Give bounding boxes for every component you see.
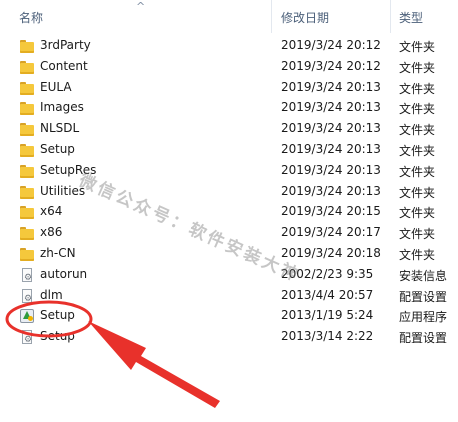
modified-date: 2019/3/24 20:18 xyxy=(281,245,381,260)
file-name: x64 xyxy=(40,204,63,219)
modified-date: 2013/4/4 20:57 xyxy=(281,287,374,302)
file-type: 安装信息 xyxy=(399,268,448,283)
file-type: 文件夹 xyxy=(399,185,436,200)
file-name: x86 xyxy=(40,225,63,240)
file-name: autorun xyxy=(40,266,88,281)
list-item[interactable]: Utilities 2019/3/24 20:13 文件夹 xyxy=(0,182,458,203)
file-name: NLSDL xyxy=(40,121,80,136)
settings-file-icon: ⚙ xyxy=(19,267,35,283)
folder-icon xyxy=(19,80,35,96)
modified-date: 2019/3/24 20:13 xyxy=(281,100,381,115)
folder-icon xyxy=(19,38,35,54)
file-name: 3rdParty xyxy=(40,38,91,52)
setup-app-icon xyxy=(19,308,35,324)
folder-icon xyxy=(19,142,35,158)
sort-ascending-icon: ^ xyxy=(136,0,146,13)
file-name: Utilities xyxy=(40,183,86,198)
file-name: dlm xyxy=(40,287,63,302)
settings-file-icon: ⚙ xyxy=(19,288,35,304)
modified-date: 2019/3/24 20:13 xyxy=(281,121,381,136)
file-type: 文件夹 xyxy=(399,206,436,221)
file-type: 文件夹 xyxy=(399,123,436,138)
file-type: 文件夹 xyxy=(399,40,436,54)
modified-date: 2019/3/24 20:13 xyxy=(281,79,381,94)
file-name: Images xyxy=(40,100,84,115)
file-name: SetupRes xyxy=(40,162,97,177)
file-type: 文件夹 xyxy=(399,81,436,96)
file-name: EULA xyxy=(40,79,72,94)
file-type: 文件夹 xyxy=(399,247,436,262)
column-type-header[interactable]: 类型 xyxy=(399,9,423,26)
list-item[interactable]: EULA 2019/3/24 20:13 文件夹 xyxy=(0,78,458,99)
settings-file-icon: ⚙ xyxy=(19,329,35,345)
column-name-header[interactable]: 名称 xyxy=(19,9,43,26)
file-type: 文件夹 xyxy=(399,102,436,117)
list-item[interactable]: 3rdParty 2019/3/24 20:12 文件夹 xyxy=(0,36,458,57)
folder-icon xyxy=(19,184,35,200)
file-type: 文件夹 xyxy=(399,143,436,158)
file-name: zh-CN xyxy=(40,245,76,260)
folder-icon xyxy=(19,246,35,262)
modified-date: 2019/3/24 20:13 xyxy=(281,141,381,156)
list-item[interactable]: ⚙ autorun 2002/2/23 9:35 安装信息 xyxy=(0,265,458,286)
list-item[interactable]: SetupRes 2019/3/24 20:13 文件夹 xyxy=(0,161,458,182)
modified-date: 2013/3/14 2:22 xyxy=(281,329,374,344)
file-type: 文件夹 xyxy=(399,164,436,179)
folder-icon xyxy=(19,225,35,241)
file-type: 配置设置 xyxy=(399,331,448,346)
modified-date: 2019/3/24 20:12 xyxy=(281,38,381,52)
file-type: 文件夹 xyxy=(399,227,436,242)
file-name: Setup xyxy=(40,329,75,344)
list-item[interactable]: Setup 2019/3/24 20:13 文件夹 xyxy=(0,140,458,161)
file-name: Setup xyxy=(40,141,75,156)
list-item[interactable]: Content 2019/3/24 20:12 文件夹 xyxy=(0,57,458,78)
list-item[interactable]: x64 2019/3/24 20:15 文件夹 xyxy=(0,202,458,223)
modified-date: 2019/3/24 20:15 xyxy=(281,204,381,219)
column-date-header[interactable]: 修改日期 xyxy=(281,9,329,26)
list-item[interactable]: ⚙ Setup 2013/3/14 2:22 配置设置 xyxy=(0,327,458,348)
folder-icon xyxy=(19,59,35,75)
modified-date: 2019/3/24 20:12 xyxy=(281,58,381,73)
list-item[interactable]: Setup 2013/1/19 5:24 应用程序 xyxy=(0,306,458,327)
file-type: 文件夹 xyxy=(399,60,436,75)
file-type: 配置设置 xyxy=(399,289,448,304)
column-divider[interactable] xyxy=(271,0,272,33)
modified-date: 2013/1/19 5:24 xyxy=(281,308,374,323)
file-type: 应用程序 xyxy=(399,310,448,325)
column-header: 名称 ^ 修改日期 类型 xyxy=(0,0,458,33)
folder-icon xyxy=(19,121,35,137)
folder-icon xyxy=(19,204,35,220)
list-item[interactable]: Images 2019/3/24 20:13 文件夹 xyxy=(0,98,458,119)
list-item[interactable]: x86 2019/3/24 20:17 文件夹 xyxy=(0,223,458,244)
file-name: Content xyxy=(40,58,88,73)
folder-icon xyxy=(19,163,35,179)
modified-date: 2002/2/23 9:35 xyxy=(281,266,374,281)
list-item[interactable]: ⚙ dlm 2013/4/4 20:57 配置设置 xyxy=(0,286,458,307)
modified-date: 2019/3/24 20:17 xyxy=(281,225,381,240)
modified-date: 2019/3/24 20:13 xyxy=(281,162,381,177)
list-item[interactable]: zh-CN 2019/3/24 20:18 文件夹 xyxy=(0,244,458,265)
modified-date: 2019/3/24 20:13 xyxy=(281,183,381,198)
column-divider[interactable] xyxy=(390,0,391,33)
folder-icon xyxy=(19,100,35,116)
list-item[interactable]: NLSDL 2019/3/24 20:13 文件夹 xyxy=(0,119,458,140)
file-name: Setup xyxy=(40,308,75,323)
file-list: 3rdParty 2019/3/24 20:12 文件夹 Content 2019/3/… xyxy=(0,36,458,348)
